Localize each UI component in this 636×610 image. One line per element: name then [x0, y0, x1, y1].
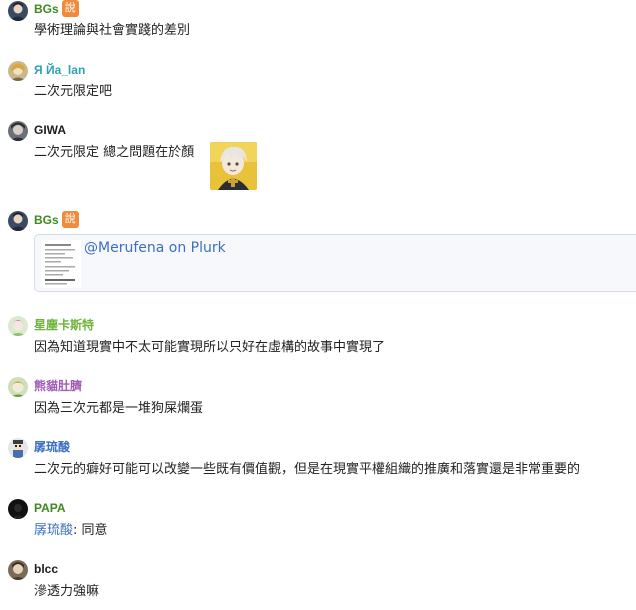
message-text: 學術理論與社會實踐的差別	[34, 23, 191, 38]
username-text: 孱琉酸	[34, 440, 71, 454]
link-preview-card[interactable]: @Merufena on Plurk	[34, 234, 636, 292]
avatar[interactable]	[8, 499, 28, 519]
speech-badge-icon: 說	[61, 0, 79, 18]
username-text: BGs	[34, 213, 59, 227]
username[interactable]: 星塵卡斯特	[34, 317, 94, 333]
username-text: 星塵卡斯特	[34, 318, 95, 332]
username[interactable]: 熊貓肚臍	[34, 378, 82, 394]
username-text: GIWA	[34, 123, 66, 137]
username-text: blcc	[34, 562, 59, 576]
message-text: 二次元限定吧	[34, 84, 113, 99]
username-text: Я Йа_lan	[34, 63, 86, 77]
avatar[interactable]	[8, 560, 28, 580]
message-text: 二次元限定 總之問題在於顏	[34, 145, 195, 160]
avatar[interactable]	[8, 211, 28, 231]
message-text: 滲透力強嘛	[34, 584, 100, 599]
anime-character-sticker-icon[interactable]	[210, 142, 257, 190]
username[interactable]: GIWA	[34, 122, 66, 138]
message-text: 孱琉酸: 同意	[34, 522, 108, 540]
mention-link[interactable]: 孱琉酸	[34, 523, 73, 538]
link-preview-thumbnail	[41, 240, 81, 288]
avatar[interactable]	[8, 61, 28, 81]
message-text-body: : 同意	[73, 523, 108, 538]
avatar[interactable]	[8, 121, 28, 141]
username[interactable]: 孱琉酸	[34, 439, 70, 455]
username[interactable]: BGs 說	[34, 0, 79, 18]
username-text: PAPA	[34, 501, 66, 515]
link-preview-title[interactable]: @Merufena on Plurk	[84, 240, 226, 256]
username-text: BGs	[34, 2, 59, 16]
username[interactable]: BGs 說	[34, 211, 79, 229]
message-text: 因為三次元都是一堆狗屎爛蛋	[34, 401, 204, 416]
username[interactable]: Я Йа_lan	[34, 62, 85, 78]
speech-badge-icon: 說	[61, 211, 79, 229]
username[interactable]: blcc	[34, 561, 58, 577]
avatar[interactable]	[8, 1, 28, 21]
username[interactable]: PAPA	[34, 500, 66, 516]
avatar[interactable]	[8, 438, 28, 458]
message-text: 因為知道現實中不太可能實現所以只好在虛構的故事中實現了	[34, 340, 386, 355]
message-text: 二次元的癖好可能可以改變一些既有價值觀，但是在現實平權組織的推廣和落實還是非常重…	[34, 462, 581, 477]
avatar[interactable]	[8, 316, 28, 336]
username-text: 熊貓肚臍	[34, 379, 83, 393]
avatar[interactable]	[8, 377, 28, 397]
